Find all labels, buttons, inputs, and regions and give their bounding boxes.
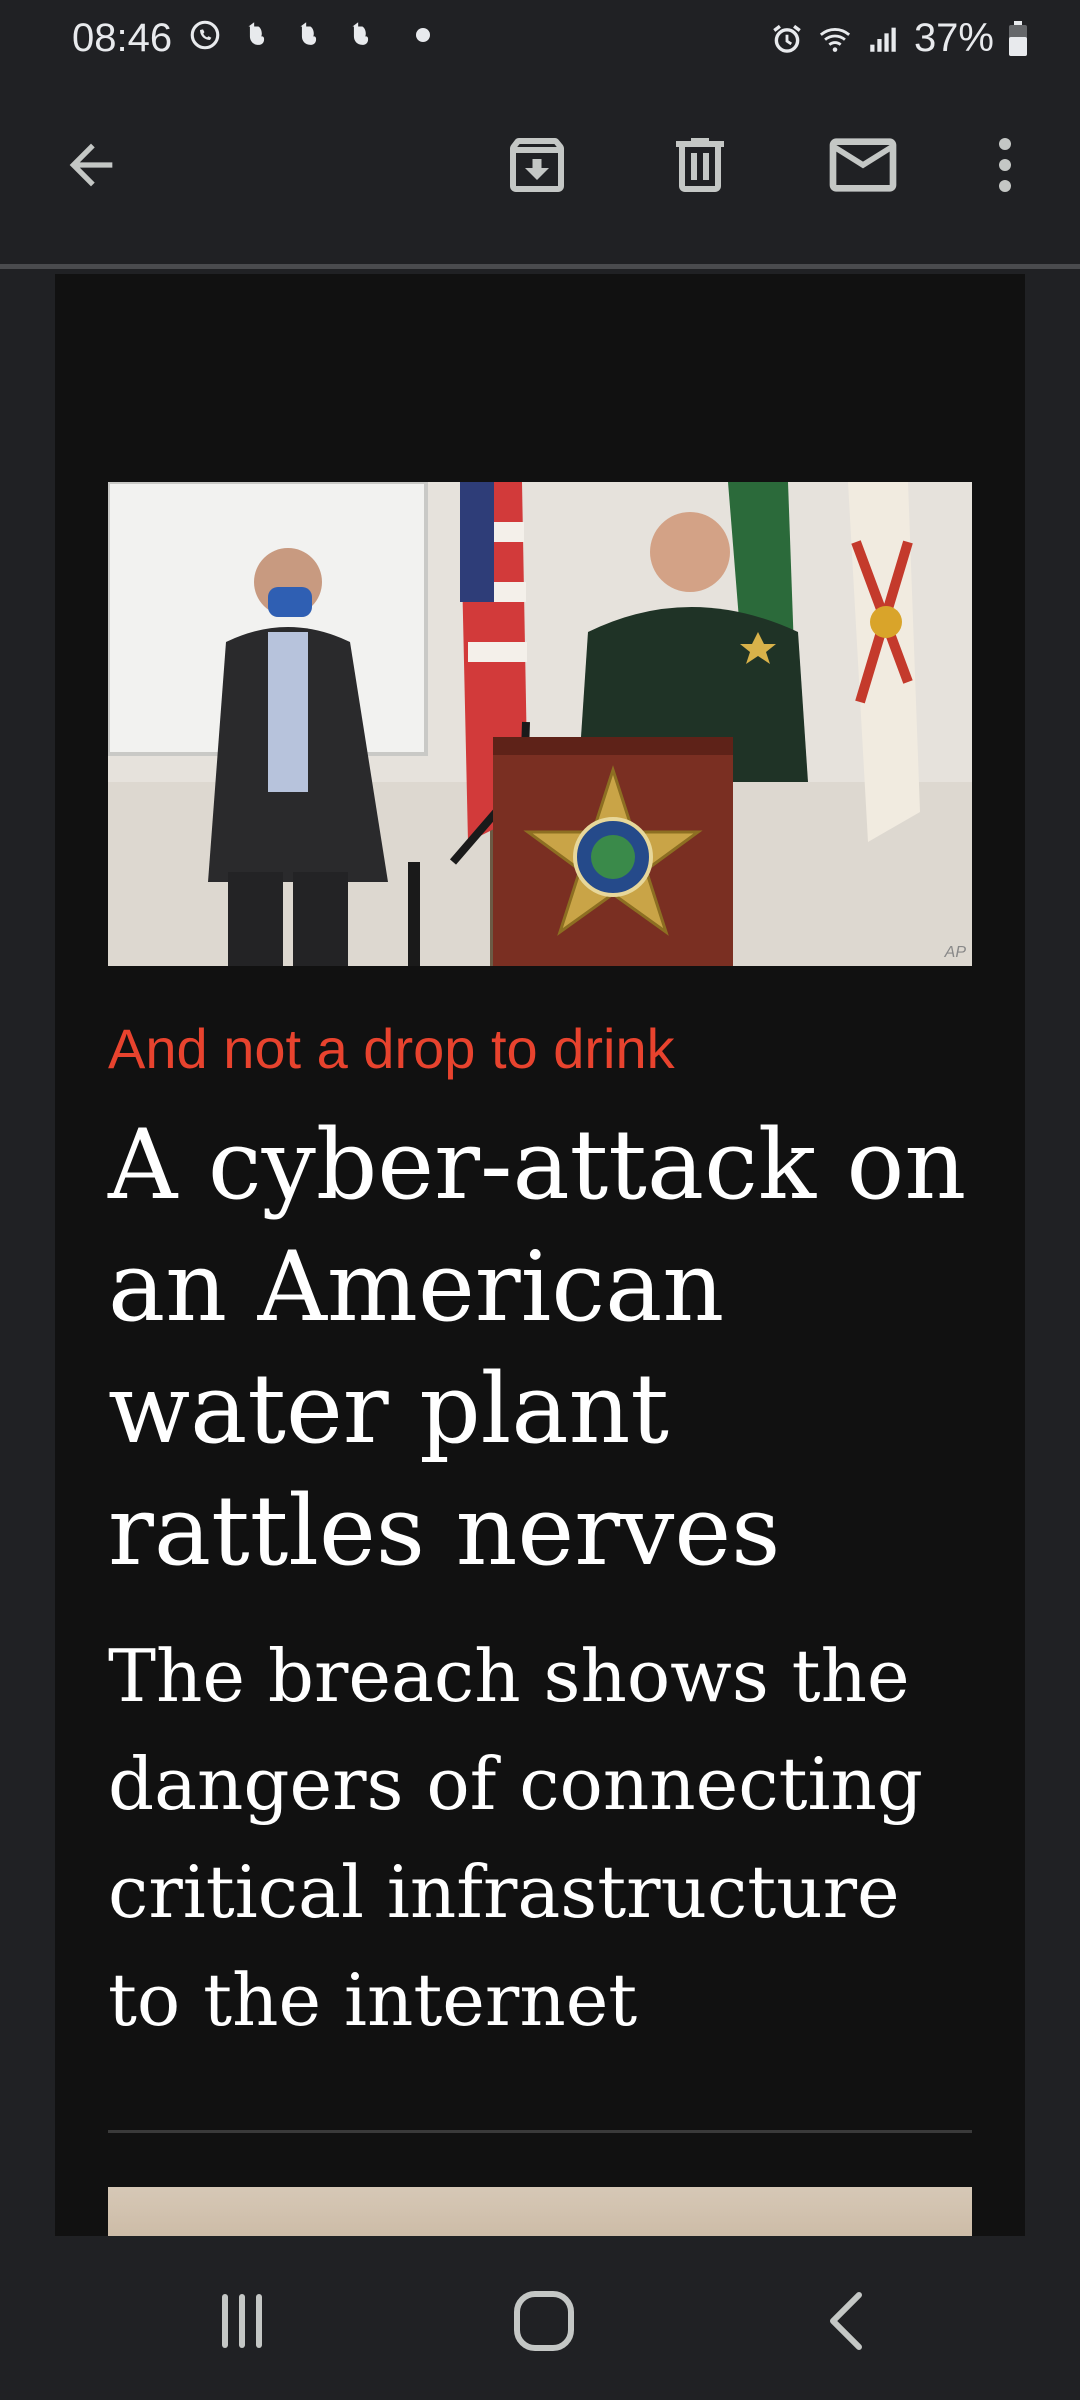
archive-icon — [510, 138, 564, 192]
home-button[interactable] — [484, 2276, 604, 2366]
archive-button[interactable] — [492, 120, 582, 210]
press-conference-photo — [108, 482, 972, 966]
alarm-icon — [773, 24, 801, 53]
back-button[interactable] — [46, 120, 136, 210]
notification-icons — [188, 18, 430, 52]
section-divider — [108, 2130, 972, 2133]
wifi-icon — [819, 27, 851, 52]
more-vert-icon — [999, 138, 1011, 192]
back-nav-button[interactable] — [786, 2276, 906, 2366]
back-arrow-icon — [69, 143, 113, 187]
more-options-button[interactable] — [960, 120, 1050, 210]
toolbar-divider — [0, 264, 1080, 269]
article-rubric[interactable]: And not a drop to drink — [108, 1016, 675, 1081]
battery-icon — [1009, 20, 1027, 56]
status-time: 08:46 — [72, 16, 173, 60]
article-headline[interactable]: A cyber-attack on an American water plan… — [108, 1104, 988, 1592]
recent-apps-icon — [222, 2294, 262, 2348]
mark-unread-icon — [829, 138, 897, 192]
recent-apps-button[interactable] — [182, 2276, 302, 2366]
photo-credit: AP — [944, 944, 966, 961]
next-article-image[interactable] — [108, 2187, 972, 2236]
system-icons: 37% — [770, 16, 1028, 61]
mark-unread-button[interactable] — [818, 120, 908, 210]
evernote-icon — [300, 22, 317, 45]
delete-button[interactable] — [655, 120, 745, 210]
email-body: AP And not a drop to drink A cyber-attac… — [55, 274, 1025, 2236]
delete-icon — [676, 138, 724, 192]
article-photo: AP — [108, 482, 972, 966]
signal-icon — [870, 27, 896, 52]
status-bar: 08:46 37% — [0, 0, 1080, 78]
home-icon — [514, 2291, 574, 2351]
navigation-bar — [0, 2236, 1080, 2400]
whatsapp-icon — [190, 20, 220, 50]
email-toolbar — [0, 90, 1080, 260]
article-standfirst[interactable]: The breach shows the dangers of connecti… — [108, 1622, 988, 2054]
evernote-icon — [248, 22, 265, 45]
battery-percentage: 37% — [913, 16, 994, 60]
dot-icon — [416, 28, 430, 42]
back-icon — [830, 2292, 862, 2350]
evernote-icon — [352, 22, 369, 45]
